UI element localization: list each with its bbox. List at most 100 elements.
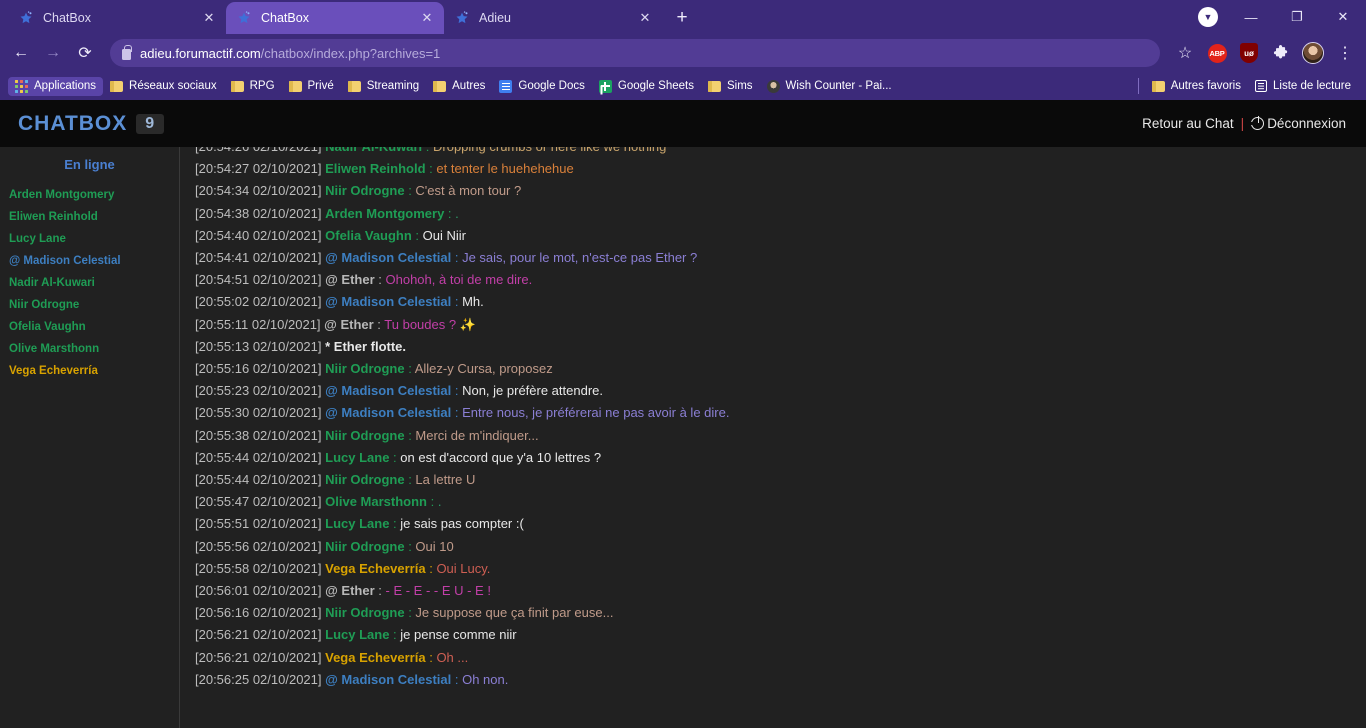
message-author[interactable]: Lucy Lane	[325, 516, 389, 531]
message-author[interactable]: @ Ether	[325, 583, 375, 598]
message-author[interactable]: Eliwen Reinhold	[325, 161, 425, 176]
page-title: CHATBOX 9	[18, 112, 165, 136]
message-author[interactable]: @ Madison Celestial	[325, 672, 451, 687]
extensions-puzzle-icon[interactable]	[1266, 38, 1296, 68]
online-user[interactable]: Eliwen Reinhold	[0, 206, 179, 228]
message-timestamp: [20:55:16 02/10/2021]	[195, 361, 326, 377]
online-user[interactable]: Niir Odrogne	[0, 294, 179, 316]
avatar[interactable]	[1298, 38, 1328, 68]
bookmark-label: Autres favoris	[1170, 80, 1241, 92]
message-author[interactable]: @ Madison Celestial	[325, 250, 451, 265]
bookmark-item[interactable]: Sims	[701, 77, 760, 95]
message-author[interactable]: Niir Odrogne	[325, 183, 404, 198]
message-timestamp: [20:55:38 02/10/2021]	[195, 427, 326, 443]
reload-icon[interactable]: ⟳	[70, 38, 100, 68]
online-user[interactable]: Lucy Lane	[0, 228, 179, 250]
message-author[interactable]: Arden Montgomery	[325, 206, 444, 221]
online-user[interactable]: Olive Marsthonn	[0, 338, 179, 360]
chat-message: [20:55:13 02/10/2021] * Ether flotte.	[195, 336, 1366, 358]
message-text: * Ether flotte.	[325, 338, 407, 354]
message-text: on est d'accord que y'a 10 lettres ?	[400, 449, 602, 465]
bookmark-label: Google Docs	[518, 80, 585, 92]
online-user[interactable]: Vega Echeverría	[0, 360, 179, 382]
folder-icon	[707, 80, 721, 92]
maximize-button[interactable]: ❐	[1274, 0, 1320, 34]
tab-close-icon[interactable]: ✕	[200, 9, 218, 27]
message-author[interactable]: Lucy Lane	[325, 450, 389, 465]
bookmark-item[interactable]: Réseaux sociaux	[103, 77, 224, 95]
chat-message: [20:56:01 02/10/2021] @ Ether : - E - E …	[195, 580, 1366, 602]
message-author[interactable]: Niir Odrogne	[325, 472, 404, 487]
chatbox-body: En ligne Arden Montgomery Eliwen Reinhold…	[0, 147, 1366, 728]
browser-tab-1[interactable]: ChatBox ✕	[226, 2, 444, 34]
tab-close-icon[interactable]: ✕	[636, 9, 654, 27]
message-text: Tu boudes ?	[384, 316, 457, 332]
minimize-button[interactable]: —	[1228, 0, 1274, 34]
message-separator: :	[444, 205, 456, 221]
message-author[interactable]: Niir Odrogne	[325, 361, 404, 376]
ublock-origin-icon[interactable]: uø	[1234, 38, 1264, 68]
message-separator: :	[404, 427, 416, 443]
message-separator: :	[374, 272, 386, 288]
message-text: et tenter le huehehehue	[436, 161, 574, 177]
message-author[interactable]: Vega Echeverría	[325, 561, 425, 576]
message-author[interactable]: Nadir Al-Kuwari	[325, 147, 422, 154]
bookmark-item[interactable]: Streaming	[341, 77, 426, 95]
message-author[interactable]: Niir Odrogne	[325, 605, 404, 620]
message-separator: :	[389, 449, 401, 465]
online-user[interactable]: Nadir Al-Kuwari	[0, 272, 179, 294]
browser-tab-0[interactable]: ChatBox ✕	[8, 2, 226, 34]
address-bar[interactable]: adieu.forumactif.com/chatbox/index.php?a…	[110, 39, 1160, 67]
message-author[interactable]: @ Ether	[324, 317, 374, 332]
bookmark-label: Sims	[726, 80, 753, 92]
message-author[interactable]: Niir Odrogne	[325, 428, 404, 443]
new-tab-button[interactable]: +	[668, 4, 696, 32]
message-text: Oui 10	[415, 538, 454, 554]
google-sheets-icon	[598, 79, 612, 93]
message-timestamp: [20:55:13 02/10/2021]	[195, 338, 326, 354]
apps-grid-icon	[15, 79, 28, 93]
tab-label: ChatBox	[261, 11, 309, 25]
bookmark-item[interactable]: Autres favoris	[1145, 77, 1248, 95]
tab-close-icon[interactable]: ✕	[418, 9, 436, 27]
bookmarks-bar-right: Autres favoris Liste de lecture	[1132, 77, 1358, 95]
bookmark-item[interactable]: Autres	[426, 77, 492, 95]
online-user[interactable]: Arden Montgomery	[0, 184, 179, 206]
back-to-chat-link[interactable]: Retour au Chat	[1142, 116, 1234, 131]
message-author[interactable]: @ Madison Celestial	[325, 405, 451, 420]
forward-icon[interactable]: →	[38, 38, 68, 68]
message-author[interactable]: @ Madison Celestial	[325, 294, 451, 309]
online-user[interactable]: @ Madison Celestial	[0, 250, 179, 272]
bookmark-item[interactable]: Wish Counter - Pai...	[760, 77, 899, 96]
profile-chip-icon[interactable]: ▼	[1198, 7, 1218, 27]
tab-label: Adieu	[479, 11, 511, 25]
message-author[interactable]: @ Ether	[325, 272, 375, 287]
message-author[interactable]: Niir Odrogne	[325, 539, 404, 554]
message-author[interactable]: Ofelia Vaughn	[325, 228, 412, 243]
adblock-plus-icon[interactable]: ABP	[1202, 38, 1232, 68]
bookmark-item[interactable]: RPG	[224, 77, 282, 95]
close-window-button[interactable]: ✕	[1320, 0, 1366, 34]
bookmark-item[interactable]: Applications	[8, 76, 104, 96]
message-author[interactable]: Olive Marsthonn	[325, 494, 427, 509]
browser-tab-2[interactable]: Adieu ✕	[444, 2, 662, 34]
bookmark-item[interactable]: Google Sheets	[592, 77, 701, 96]
bookmark-item[interactable]: Liste de lecture	[1248, 77, 1358, 95]
message-separator: :	[451, 405, 463, 421]
message-list: [20:54:26 02/10/2021] Nadir Al-Kuwari : …	[180, 147, 1366, 728]
back-icon[interactable]: ←	[6, 38, 36, 68]
logout-link[interactable]: Déconnexion	[1249, 115, 1346, 131]
chat-message: [20:56:16 02/10/2021] Niir Odrogne : Je …	[195, 602, 1366, 624]
message-author[interactable]: @ Madison Celestial	[325, 383, 451, 398]
ubo-glyph: uø	[1240, 43, 1258, 63]
message-author[interactable]: Lucy Lane	[325, 627, 389, 642]
bookmark-item[interactable]: Google Docs	[492, 77, 591, 96]
message-timestamp: [20:56:21 02/10/2021]	[195, 649, 326, 665]
bookmark-item[interactable]: Privé	[282, 77, 341, 95]
browser-menu-icon[interactable]: ⋮	[1330, 38, 1360, 68]
bookmark-star-icon[interactable]: ☆	[1170, 38, 1200, 68]
message-author[interactable]: Vega Echeverría	[325, 650, 425, 665]
message-separator: :	[425, 560, 437, 576]
message-timestamp: [20:55:11 02/10/2021]	[195, 316, 325, 332]
online-user[interactable]: Ofelia Vaughn	[0, 316, 179, 338]
